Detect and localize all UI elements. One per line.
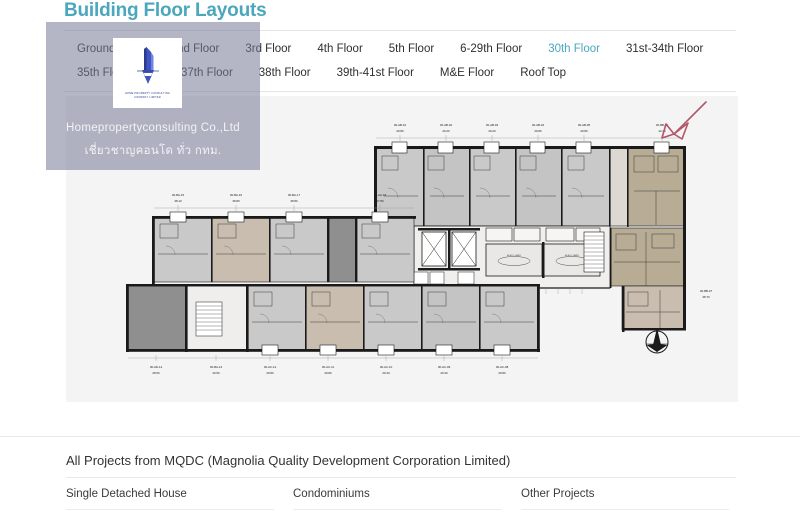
unit-label: 30-AB-04 (532, 123, 545, 127)
svg-text:ELEV. LOBBY: ELEV. LOBBY (507, 255, 521, 257)
unit-label: 30-AC-09 (438, 365, 451, 369)
tab-38th-floor[interactable]: 38th Floor (246, 61, 324, 85)
svg-text:29.80: 29.80 (324, 371, 332, 375)
svg-text:29.80: 29.80 (498, 371, 506, 375)
svg-text:29.30: 29.30 (382, 371, 390, 375)
column-header-condominiums[interactable]: Condominiums (293, 488, 370, 500)
floorplan-panel[interactable]: 30-AB-01 29.80 30-AB-02 29.20 30-AB-03 2… (66, 96, 738, 402)
column-rule-3 (521, 509, 729, 510)
unit-label: 30-BA-13 (210, 365, 223, 369)
tab-31st-34th-floor[interactable]: 31st-34th Floor (613, 37, 716, 61)
logo-caption-line1: HOME PROPERTY CONSULTING (124, 92, 170, 95)
tab-3rd-floor[interactable]: 3rd Floor (232, 37, 304, 61)
floorplan-drawing: 30-AB-01 29.80 30-AB-02 29.20 30-AB-03 2… (66, 96, 738, 402)
unit-label: 30-AB-03 (486, 123, 499, 127)
unit-label: 30-AC-08 (496, 365, 509, 369)
floorplan-core: ELEV. LOBBY ELEV. LOBBY (413, 225, 611, 294)
all-projects-rule (66, 477, 736, 478)
page-root: Building Floor Layouts Ground Floor 2nd F… (0, 0, 800, 512)
unit-label: 30-AC-10 (380, 365, 393, 369)
tab-6-29th-floor[interactable]: 6-29th Floor (447, 37, 535, 61)
svg-text:29.80: 29.80 (580, 129, 588, 133)
svg-text:38.70: 38.70 (702, 295, 710, 299)
tab-5th-floor[interactable]: 5th Floor (376, 37, 447, 61)
tab-35th-floor[interactable]: 35th Floor (64, 61, 142, 85)
tab-roof-top[interactable]: Roof Top (507, 61, 579, 85)
unit-label: 30-BB-07 (700, 289, 713, 293)
unit-label: 30-AC-11 (322, 365, 335, 369)
unit-label: 30-AA-18 (374, 193, 387, 197)
svg-text:29.80: 29.80 (266, 371, 274, 375)
svg-text:38.10: 38.10 (174, 199, 182, 203)
floorplan-image: 30-AB-01 29.80 30-AB-02 29.20 30-AB-03 2… (66, 96, 738, 402)
tab-ground-floor[interactable]: Ground Floor (64, 37, 158, 61)
svg-text:29.30: 29.30 (440, 371, 448, 375)
unit-label: 30-BA-16 (230, 193, 243, 197)
tab-36th-37th-floor[interactable]: 36th-37th Floor (142, 61, 246, 85)
column-rule-1 (66, 509, 274, 510)
svg-text:ELEV. LOBBY: ELEV. LOBBY (565, 255, 579, 257)
tab-m-e-floor[interactable]: M&E Floor (427, 61, 507, 85)
svg-text:40.50: 40.50 (212, 371, 220, 375)
svg-text:38.80: 38.80 (290, 199, 298, 203)
svg-text:29.80: 29.80 (534, 129, 542, 133)
column-rule-2 (293, 509, 501, 510)
svg-text:29.20: 29.20 (488, 129, 496, 133)
section-divider (0, 436, 800, 437)
unit-label: 30-AB-02 (440, 123, 453, 127)
all-projects-title: All Projects from MQDC (Magnolia Quality… (66, 453, 511, 468)
page-title: Building Floor Layouts (64, 0, 267, 21)
floor-tabs-row: Ground Floor 2nd Floor 3rd Floor 4th Floor 5… (64, 37, 736, 85)
unit-label: 30-AD-14 (150, 365, 163, 369)
unit-label: 30-BA-17 (288, 193, 301, 197)
unit-label: 30-AB-05 (578, 123, 591, 127)
unit-label: 30-AB-01 (394, 123, 407, 127)
svg-text:27.80: 27.80 (376, 199, 384, 203)
svg-text:38.80: 38.80 (232, 199, 240, 203)
svg-text:29.20: 29.20 (442, 129, 450, 133)
floor-tabs: Ground Floor 2nd Floor 3rd Floor 4th Floor 5… (64, 30, 736, 92)
svg-text:28.50: 28.50 (152, 371, 160, 375)
tab-2nd-floor[interactable]: 2nd Floor (158, 37, 233, 61)
column-header-other-projects[interactable]: Other Projects (521, 488, 595, 500)
tab-4th-floor[interactable]: 4th Floor (304, 37, 375, 61)
unit-label: 30-AC-12 (264, 365, 277, 369)
tab-30th-floor[interactable]: 30th Floor (535, 37, 613, 61)
unit-label: 30-BA-15 (172, 193, 185, 197)
column-header-single-detached-house[interactable]: Single Detached House (66, 488, 187, 500)
tab-39th-41st-floor[interactable]: 39th-41st Floor (324, 61, 427, 85)
svg-text:29.80: 29.80 (396, 129, 404, 133)
